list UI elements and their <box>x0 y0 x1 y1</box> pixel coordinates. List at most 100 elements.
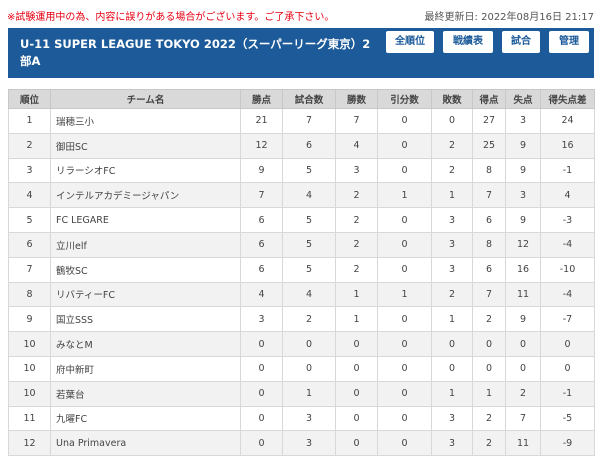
cell-team: Una Primavera <box>50 430 241 457</box>
col-team: チーム名 <box>50 89 241 109</box>
cell-goals-against: 9 <box>505 207 541 233</box>
cell-team: リバティーFC <box>50 281 241 308</box>
cell-wins: 4 <box>335 132 378 159</box>
table-header-row: 順位 チーム名 勝点 試合数 勝数 引分数 敗数 得点 失点 得失点差 <box>8 89 595 109</box>
cell-wins: 3 <box>335 157 378 184</box>
table-row: 7 鶴牧SC 6 5 2 0 3 6 16 -10 <box>8 256 595 283</box>
cell-rank: 1 <box>8 108 51 134</box>
all-rankings-button[interactable]: 全順位 <box>386 31 434 53</box>
cell-played: 5 <box>282 231 336 258</box>
cell-rank: 7 <box>8 256 51 283</box>
cell-rank: 12 <box>8 430 51 457</box>
table-row: 8 リバティーFC 4 4 1 1 2 7 11 -4 <box>8 281 595 308</box>
cell-rank: 10 <box>8 380 51 407</box>
cell-goal-diff: -3 <box>540 207 595 233</box>
cell-goals-for: 6 <box>472 207 506 233</box>
cell-goals-for: 27 <box>472 108 506 134</box>
cell-rank: 8 <box>8 281 51 308</box>
cell-losses: 0 <box>431 108 473 134</box>
col-losses: 敗数 <box>431 89 473 109</box>
table-row: 12 Una Primavera 0 3 0 0 3 2 11 -9 <box>8 430 595 457</box>
cell-points: 0 <box>240 331 283 357</box>
cell-team: みなとM <box>50 331 241 357</box>
cell-played: 4 <box>282 182 336 209</box>
header-buttons: 全順位 戦績表 試合 管理 <box>386 31 589 53</box>
col-played: 試合数 <box>282 89 336 109</box>
cell-goals-for: 2 <box>472 405 506 432</box>
cell-draws: 0 <box>377 132 432 159</box>
cell-goals-for: 7 <box>472 281 506 308</box>
cell-goal-diff: -5 <box>540 405 595 432</box>
cell-goal-diff: -4 <box>540 281 595 308</box>
table-row: 1 瑞穂三小 21 7 7 0 0 27 3 24 <box>8 108 595 134</box>
cell-losses: 3 <box>431 207 473 233</box>
table-row: 10 若葉台 0 1 0 0 1 1 2 -1 <box>8 380 595 407</box>
col-wins: 勝数 <box>335 89 378 109</box>
cell-goals-for: 1 <box>472 380 506 407</box>
cell-draws: 0 <box>377 231 432 258</box>
cell-played: 1 <box>282 380 336 407</box>
cell-points: 9 <box>240 157 283 184</box>
cell-points: 21 <box>240 108 283 134</box>
cell-team: 御田SC <box>50 132 241 159</box>
cell-goals-against: 11 <box>505 430 541 457</box>
table-row: 3 リラーシオFC 9 5 3 0 2 8 9 -1 <box>8 157 595 184</box>
cell-losses: 1 <box>431 182 473 209</box>
cell-goals-for: 6 <box>472 256 506 283</box>
cell-losses: 0 <box>431 331 473 357</box>
cell-points: 0 <box>240 405 283 432</box>
cell-wins: 2 <box>335 231 378 258</box>
cell-wins: 0 <box>335 331 378 357</box>
standings-table: 順位 チーム名 勝点 試合数 勝数 引分数 敗数 得点 失点 得失点差 1 瑞穂三… <box>8 89 595 457</box>
cell-points: 0 <box>240 355 283 382</box>
cell-played: 3 <box>282 430 336 457</box>
admin-button[interactable]: 管理 <box>549 31 589 53</box>
cell-goals-for: 7 <box>472 182 506 209</box>
cell-goal-diff: 4 <box>540 182 595 209</box>
cell-wins: 1 <box>335 306 378 333</box>
cell-team: 鶴牧SC <box>50 256 241 283</box>
cell-draws: 0 <box>377 430 432 457</box>
table-row: 11 九曜FC 0 3 0 0 3 2 7 -5 <box>8 405 595 432</box>
cell-goal-diff: 0 <box>540 355 595 382</box>
cell-draws: 0 <box>377 157 432 184</box>
cell-goals-against: 0 <box>505 331 541 357</box>
cell-played: 2 <box>282 306 336 333</box>
cell-points: 3 <box>240 306 283 333</box>
cell-goal-diff: -10 <box>540 256 595 283</box>
cell-losses: 3 <box>431 231 473 258</box>
cell-goals-for: 0 <box>472 331 506 357</box>
table-row: 10 みなとM 0 0 0 0 0 0 0 0 <box>8 331 595 357</box>
cell-team: 国立SSS <box>50 306 241 333</box>
cell-played: 0 <box>282 331 336 357</box>
cell-wins: 0 <box>335 430 378 457</box>
cell-wins: 1 <box>335 281 378 308</box>
cell-goals-for: 8 <box>472 157 506 184</box>
cell-wins: 2 <box>335 207 378 233</box>
cell-played: 3 <box>282 405 336 432</box>
table-row: 5 FC LEGARE 6 5 2 0 3 6 9 -3 <box>8 207 595 233</box>
cell-draws: 0 <box>377 108 432 134</box>
table-row: 9 国立SSS 3 2 1 0 1 2 9 -7 <box>8 306 595 333</box>
cell-goals-against: 0 <box>505 355 541 382</box>
cell-played: 0 <box>282 355 336 382</box>
cell-points: 0 <box>240 430 283 457</box>
cell-draws: 0 <box>377 207 432 233</box>
cell-team: 瑞穂三小 <box>50 108 241 134</box>
cell-played: 5 <box>282 256 336 283</box>
results-table-button[interactable]: 戦績表 <box>443 31 493 53</box>
col-goals-against: 失点 <box>505 89 541 109</box>
col-points: 勝点 <box>240 89 283 109</box>
matches-button[interactable]: 試合 <box>502 31 540 53</box>
cell-losses: 3 <box>431 256 473 283</box>
cell-rank: 10 <box>8 331 51 357</box>
cell-points: 6 <box>240 256 283 283</box>
cell-goals-for: 8 <box>472 231 506 258</box>
cell-goal-diff: -4 <box>540 231 595 258</box>
cell-draws: 1 <box>377 281 432 308</box>
cell-goals-for: 0 <box>472 355 506 382</box>
cell-rank: 9 <box>8 306 51 333</box>
col-rank: 順位 <box>8 89 51 109</box>
table-row: 4 インテルアカデミージャパン 7 4 2 1 1 7 3 4 <box>8 182 595 209</box>
last-updated: 最終更新日: 2022年08月16日 21:17 <box>424 12 594 23</box>
